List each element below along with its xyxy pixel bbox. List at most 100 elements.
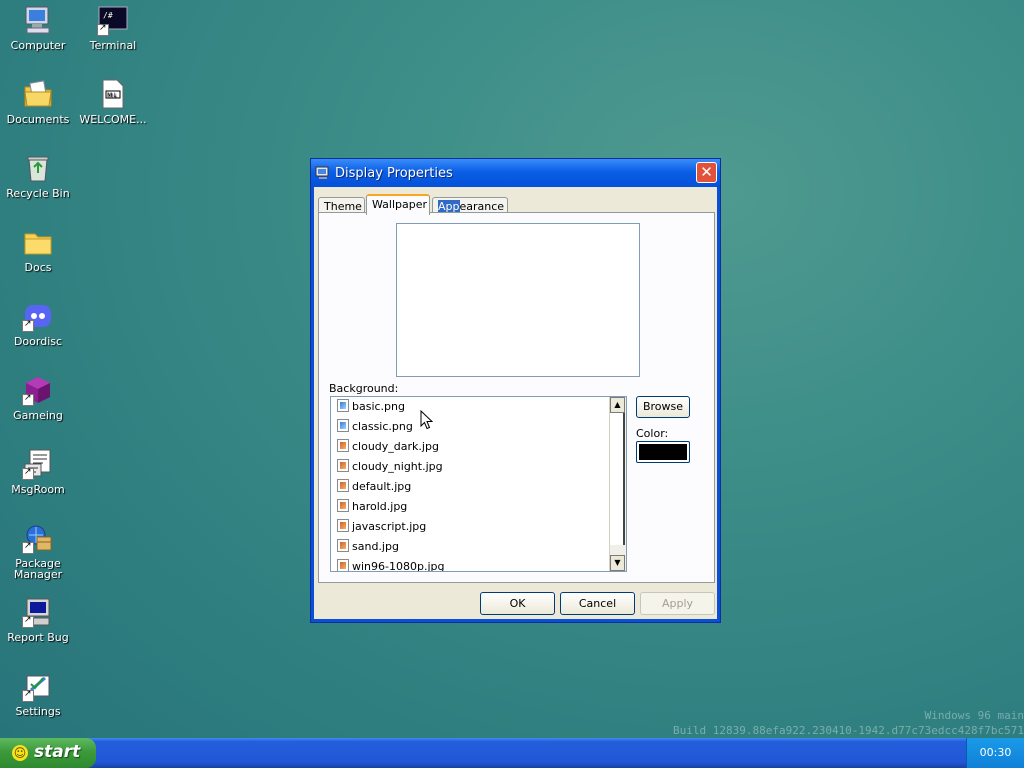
background-list-item[interactable]: javascript.jpg bbox=[337, 519, 426, 535]
window-body: Theme Wallpaper Appearance Background: b… bbox=[314, 187, 717, 619]
tab-wallpaper[interactable]: Wallpaper bbox=[366, 194, 430, 215]
close-button[interactable]: ✕ bbox=[696, 162, 717, 183]
tab-wallpaper-label: Wallpaper bbox=[372, 198, 428, 211]
jpg-file-icon bbox=[337, 499, 349, 512]
start-label: start bbox=[34, 742, 81, 762]
background-file-name: javascript.jpg bbox=[352, 520, 427, 533]
background-list-item[interactable]: sand.jpg bbox=[337, 539, 399, 555]
ok-button[interactable]: OK bbox=[480, 592, 555, 615]
folder-icon bbox=[22, 226, 54, 258]
list-scrollbar[interactable]: ▲ ▼ bbox=[609, 397, 626, 571]
background-list-item[interactable]: cloudy_dark.jpg bbox=[337, 439, 439, 455]
computer-icon bbox=[22, 4, 54, 36]
ok-button-label: OK bbox=[509, 597, 526, 610]
background-list-item[interactable]: classic.png bbox=[337, 419, 413, 435]
jpg-file-icon bbox=[337, 559, 349, 571]
desktop-icon-doordisc[interactable]: Doordisc bbox=[0, 300, 76, 347]
watermark-line-2: Build 12839.88efa922.230410-1942.d77c73e… bbox=[673, 724, 1024, 737]
cancel-button-label: Cancel bbox=[578, 597, 617, 610]
wallpaper-preview bbox=[396, 223, 640, 377]
desktop-icon-recycle-bin[interactable]: Recycle Bin bbox=[0, 152, 76, 199]
msgroom-icon bbox=[22, 448, 54, 480]
svg-text:/#: /# bbox=[103, 11, 113, 20]
background-list-item[interactable]: basic.png bbox=[337, 399, 405, 415]
recycle-bin-icon bbox=[22, 152, 54, 184]
start-logo-icon: ☺ bbox=[12, 745, 28, 761]
terminal-icon: /# bbox=[97, 4, 129, 36]
background-file-name: classic.png bbox=[352, 420, 413, 433]
jpg-file-icon bbox=[337, 439, 349, 452]
desktop-icon-label: MsgRoom bbox=[11, 483, 65, 496]
wallpaper-panel: Background: basic.png classic.png cloudy_d… bbox=[318, 212, 715, 583]
desktop-icon-label: Gameing bbox=[13, 409, 63, 422]
desktop-icon-label: Recycle Bin bbox=[6, 187, 70, 200]
doordisc-icon bbox=[22, 300, 54, 332]
background-file-name: basic.png bbox=[352, 400, 405, 413]
window-title: Display Properties bbox=[335, 166, 453, 181]
documents-icon bbox=[22, 78, 54, 110]
desktop-icon-msgroom[interactable]: MsgRoom bbox=[0, 448, 76, 495]
shortcut-arrow-icon bbox=[22, 541, 34, 554]
report-bug-icon bbox=[22, 596, 54, 628]
desktop-icon-label: Doordisc bbox=[13, 335, 63, 348]
desktop-icon-label: Documents bbox=[6, 113, 70, 126]
background-file-name: sand.jpg bbox=[352, 540, 399, 553]
apply-button[interactable]: Apply bbox=[640, 592, 715, 615]
background-list[interactable]: basic.png classic.png cloudy_dark.jpgcloud… bbox=[330, 396, 627, 572]
background-list-item[interactable]: cloudy_night.jpg bbox=[337, 459, 443, 475]
color-picker-button[interactable] bbox=[636, 441, 690, 463]
watermark-line-1: Windows 96 main bbox=[924, 709, 1024, 722]
desktop-icon-label: Computer bbox=[10, 39, 66, 52]
scroll-up-button[interactable]: ▲ bbox=[610, 397, 625, 413]
package-manager-icon bbox=[22, 522, 54, 554]
desktop-icon-documents[interactable]: Documents bbox=[0, 78, 76, 125]
shortcut-arrow-icon bbox=[22, 615, 34, 628]
desktop-icon-docs[interactable]: Docs bbox=[0, 226, 76, 273]
jpg-file-icon bbox=[337, 459, 349, 472]
gameing-icon bbox=[22, 374, 54, 406]
background-list-item[interactable]: win96-1080p.jpg bbox=[337, 559, 445, 572]
png-file-icon bbox=[337, 399, 349, 412]
system-tray-clock[interactable]: 00:30 bbox=[966, 738, 1024, 768]
taskbar: ☺ start 00:30 bbox=[0, 738, 1024, 768]
background-file-name: default.jpg bbox=[352, 480, 412, 493]
desktop-icon-gameing[interactable]: Gameing bbox=[0, 374, 76, 421]
clock-time: 00:30 bbox=[979, 746, 1012, 759]
mouse-cursor-icon bbox=[420, 410, 433, 430]
background-list-item[interactable]: harold.jpg bbox=[337, 499, 407, 515]
shortcut-arrow-icon bbox=[22, 319, 34, 332]
background-file-name: cloudy_night.jpg bbox=[352, 460, 443, 473]
cancel-button[interactable]: Cancel bbox=[560, 592, 635, 615]
shortcut-arrow-icon bbox=[97, 23, 109, 36]
desktop-icon-report-bug[interactable]: Report Bug bbox=[0, 596, 76, 643]
desktop-icon-label: Terminal bbox=[89, 39, 137, 52]
desktop-icon-computer[interactable]: Computer bbox=[0, 4, 76, 51]
apply-button-label: Apply bbox=[661, 597, 694, 610]
window-titlebar[interactable]: Display Properties ✕ bbox=[311, 159, 720, 187]
jpg-file-icon bbox=[337, 479, 349, 492]
scroll-thumb[interactable] bbox=[610, 413, 625, 545]
background-list-item[interactable]: default.jpg bbox=[337, 479, 411, 495]
shortcut-arrow-icon bbox=[22, 393, 34, 406]
settings-icon bbox=[22, 670, 54, 702]
build-watermark: Windows 96 main Build 12839.88efa922.230… bbox=[624, 708, 1024, 738]
start-button[interactable]: ☺ start bbox=[0, 738, 96, 768]
desktop-icon-terminal[interactable]: /# Terminal bbox=[75, 4, 151, 51]
desktop-icon-welcome[interactable]: M↓ WELCOME... bbox=[75, 78, 151, 125]
svg-text:M↓: M↓ bbox=[107, 92, 117, 99]
scroll-down-button[interactable]: ▼ bbox=[610, 555, 625, 571]
browse-button[interactable]: Browse bbox=[636, 396, 690, 418]
display-properties-icon bbox=[315, 166, 329, 179]
desktop-icon-package-manager[interactable]: Package Manager bbox=[0, 522, 76, 580]
desktop-icon-label: Report Bug bbox=[7, 631, 69, 644]
background-label: Background: bbox=[329, 382, 399, 395]
markdown-file-icon: M↓ bbox=[97, 78, 129, 110]
display-properties-window: Display Properties ✕ Theme Wallpaper App… bbox=[310, 158, 721, 623]
shortcut-arrow-icon bbox=[22, 689, 34, 702]
shortcut-arrow-icon bbox=[22, 467, 34, 480]
color-swatch bbox=[639, 444, 687, 460]
jpg-file-icon bbox=[337, 539, 349, 552]
color-label: Color: bbox=[636, 427, 669, 440]
background-file-name: win96-1080p.jpg bbox=[352, 560, 445, 572]
desktop-icon-settings[interactable]: Settings bbox=[0, 670, 76, 717]
